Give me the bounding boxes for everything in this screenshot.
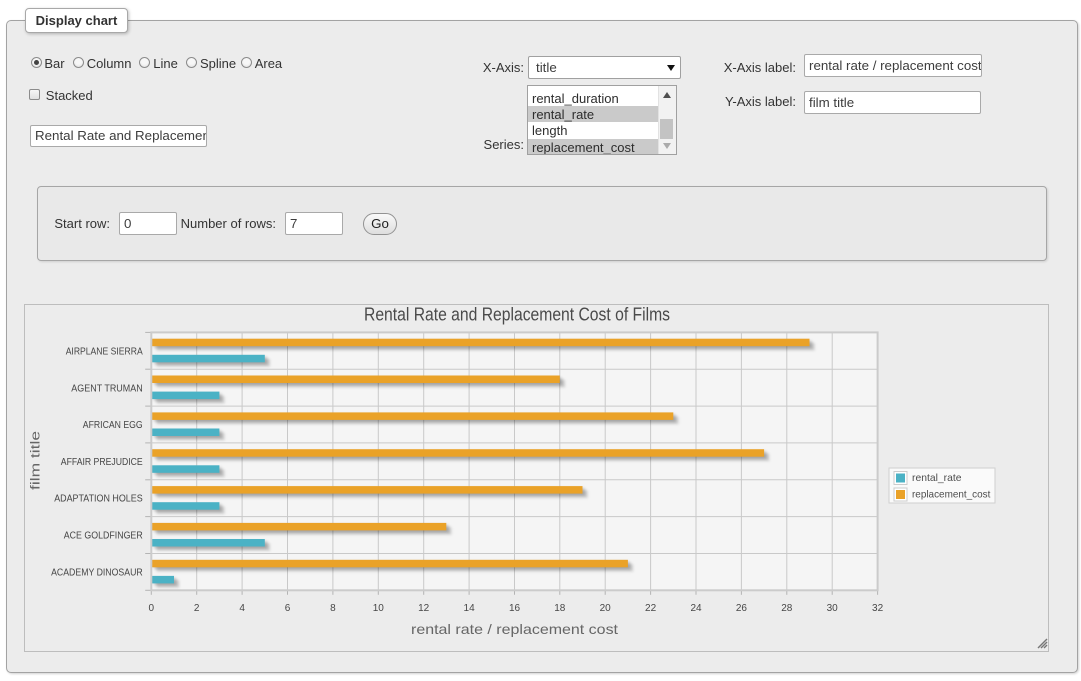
svg-text:12: 12 bbox=[418, 603, 430, 614]
svg-text:22: 22 bbox=[645, 603, 657, 614]
svg-text:ACE GOLDFINGER: ACE GOLDFINGER bbox=[64, 531, 143, 542]
svg-text:24: 24 bbox=[690, 603, 702, 614]
svg-text:ADAPTATION HOLES: ADAPTATION HOLES bbox=[54, 494, 143, 505]
svg-text:AFFAIR PREJUDICE: AFFAIR PREJUDICE bbox=[61, 457, 143, 468]
svg-text:rental rate / replacement cost: rental rate / replacement cost bbox=[411, 621, 618, 637]
svg-text:32: 32 bbox=[872, 603, 884, 614]
svg-text:film title: film title bbox=[28, 431, 43, 490]
svg-text:20: 20 bbox=[600, 603, 612, 614]
svg-text:AFRICAN EGG: AFRICAN EGG bbox=[83, 420, 143, 431]
svg-text:10: 10 bbox=[373, 603, 385, 614]
svg-text:8: 8 bbox=[330, 603, 336, 614]
svg-text:2: 2 bbox=[194, 603, 200, 614]
svg-text:Rental Rate and Replacement Co: Rental Rate and Replacement Cost of Film… bbox=[364, 305, 670, 325]
svg-text:6: 6 bbox=[285, 603, 291, 614]
svg-text:replacement_cost: replacement_cost bbox=[912, 489, 990, 501]
svg-text:16: 16 bbox=[509, 603, 521, 614]
svg-text:AIRPLANE SIERRA: AIRPLANE SIERRA bbox=[66, 347, 143, 358]
svg-text:26: 26 bbox=[736, 603, 748, 614]
svg-text:0: 0 bbox=[149, 603, 155, 614]
svg-text:18: 18 bbox=[554, 603, 566, 614]
svg-text:14: 14 bbox=[464, 603, 476, 614]
svg-text:4: 4 bbox=[239, 603, 245, 614]
svg-text:ACADEMY DINOSAUR: ACADEMY DINOSAUR bbox=[51, 567, 143, 578]
svg-text:30: 30 bbox=[827, 603, 839, 614]
svg-text:rental_rate: rental_rate bbox=[912, 472, 962, 484]
svg-text:AGENT TRUMAN: AGENT TRUMAN bbox=[71, 383, 142, 394]
svg-text:28: 28 bbox=[781, 603, 793, 614]
